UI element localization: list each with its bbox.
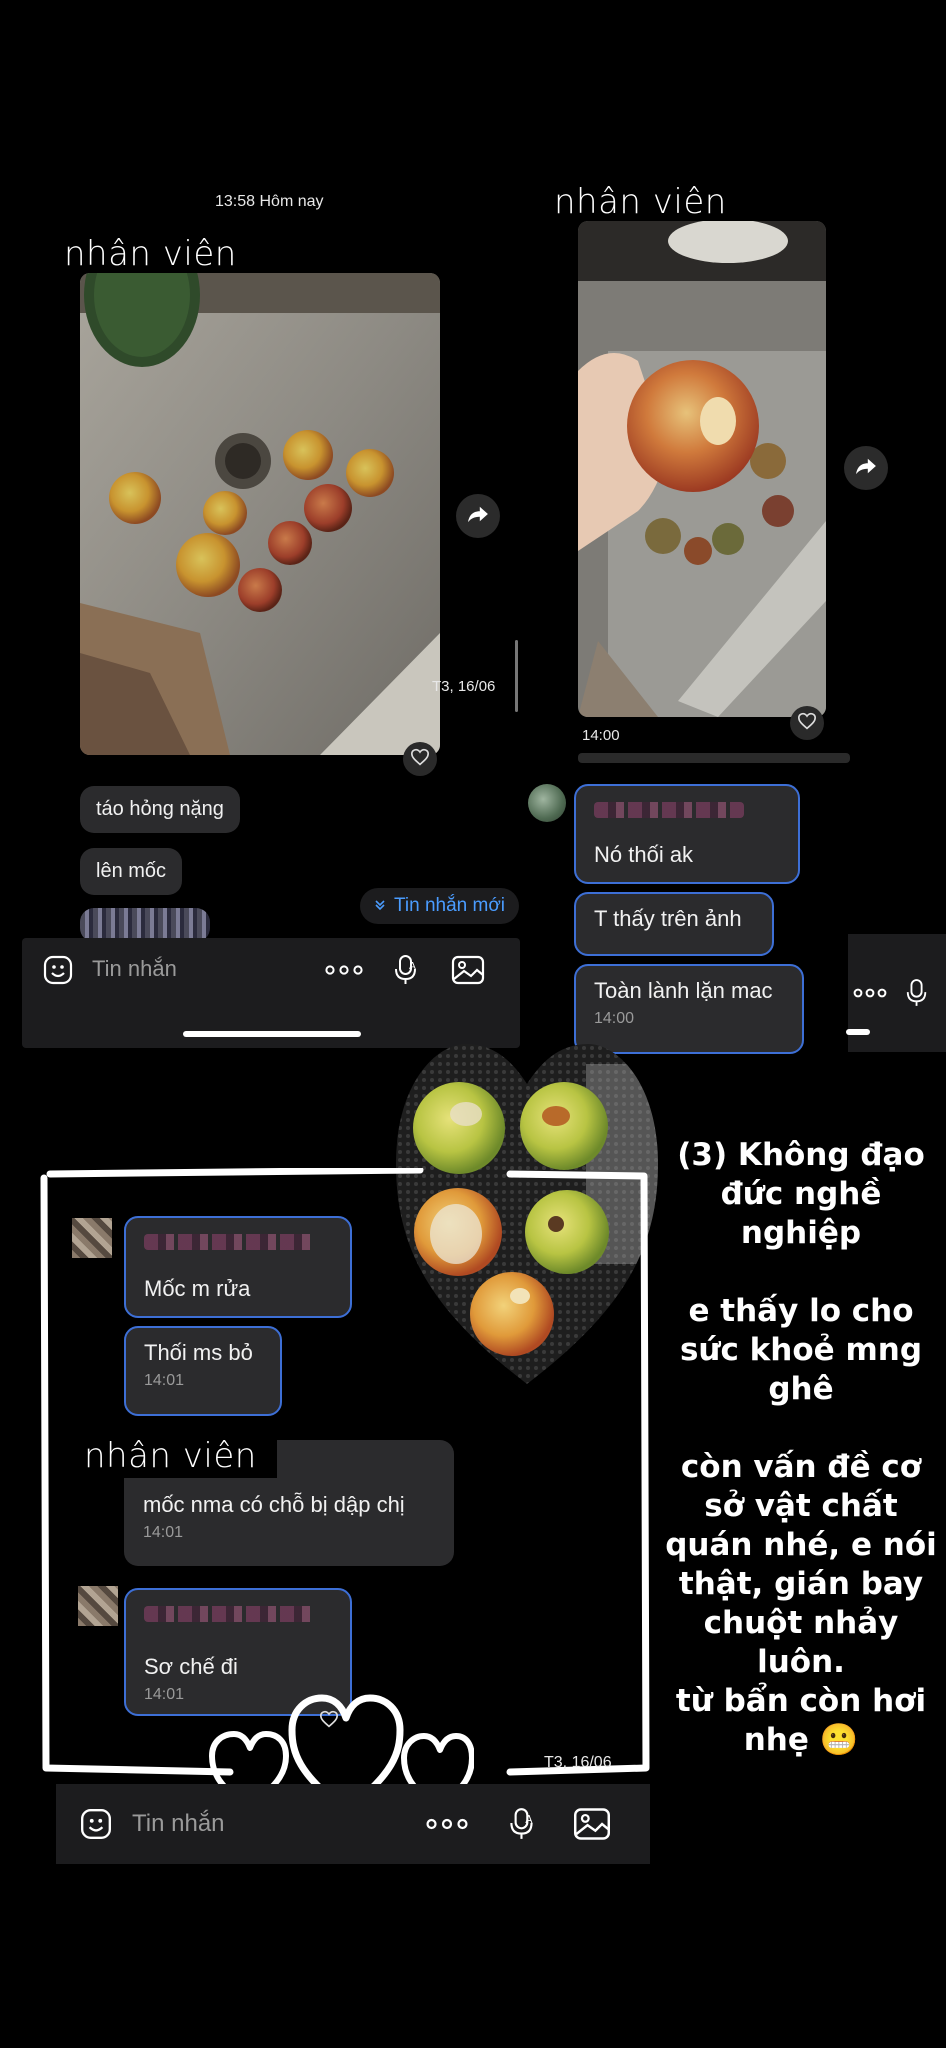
panel1-scroll-indicator [515, 640, 518, 712]
more-options-icon[interactable] [322, 952, 366, 988]
caption-line-8: sở vật chất [704, 1488, 898, 1524]
caption-line-7: còn vấn đề cơ [680, 1449, 922, 1485]
redacted-quote [144, 1606, 314, 1622]
image-gallery-icon[interactable] [570, 1804, 614, 1844]
panel2-message-2: T thấy trên ảnh [574, 892, 774, 956]
panel2-name-tag: nhân viên [546, 180, 735, 224]
panel3-sender-avatar-2 [78, 1586, 118, 1626]
panel2-home-indicator [846, 1029, 870, 1035]
microphone-icon[interactable]: A [388, 952, 424, 988]
panel1-message-2: lên mốc [80, 848, 183, 895]
new-messages-label: Tin nhắn mới [394, 895, 506, 916]
panel2-message-3: Toàn lành lặn mac 14:00 [574, 964, 804, 1054]
panel3-message-2: Thối ms bỏ 14:01 [124, 1326, 282, 1416]
panel3-message-1: Mốc m rửa [124, 1216, 352, 1318]
panel1-message-input[interactable]: Tin nhắn [92, 956, 322, 982]
microphone-icon[interactable] [902, 978, 932, 1008]
panel2-message-1: Nó thối ak [574, 784, 800, 884]
svg-text:A: A [409, 961, 416, 972]
more-options-icon[interactable] [850, 988, 890, 998]
panel2-message-3-time: 14:00 [594, 1010, 635, 1027]
panel3-message-3-text: Sơ chế đi [144, 1654, 238, 1679]
heart-icon [797, 712, 817, 735]
caption-line-12: luôn. [757, 1644, 845, 1680]
panel1-photo-sink-apples[interactable] [80, 273, 440, 755]
panel2-like-button[interactable] [790, 706, 824, 740]
svg-text:A: A [525, 1813, 533, 1826]
panel2-divider [578, 753, 850, 763]
panel1-timestamp: 13:58 Hôm nay [215, 193, 324, 210]
emoji-icon[interactable] [40, 952, 76, 988]
caption-line-3: nghiệp [740, 1215, 862, 1251]
caption-line-5: sức khoẻ mng [679, 1332, 923, 1368]
panel3-name-tag: nhân viên [76, 1434, 277, 1478]
share-arrow-icon [855, 457, 877, 480]
double-chevron-down-icon [374, 895, 386, 917]
panel1-message-1: táo hỏng nặng [80, 786, 240, 833]
panel2-message-1-text: Nó thối ak [594, 842, 694, 867]
panel1-photo-time: T3, 16/06 [432, 678, 496, 695]
panel3-message-2-text: Thối ms bỏ [144, 1340, 253, 1365]
story-caption: (3) Không đạo đức nghề nghiệp e thấy lo … [662, 1136, 940, 1760]
microphone-icon[interactable]: A [502, 1804, 542, 1844]
panel3-message-input[interactable]: Tin nhắn [132, 1810, 422, 1838]
panel2-share-button[interactable] [844, 446, 888, 490]
caption-line-14: nhẹ 😬 [743, 1722, 859, 1758]
panel1-home-indicator [183, 1031, 361, 1037]
panel1-message-3-obscured [80, 908, 210, 942]
panel2-sender-avatar [528, 784, 566, 822]
panel3-message-1-text: Mốc m rửa [144, 1276, 251, 1301]
panel3-composer: Tin nhắn A [56, 1784, 650, 1864]
caption-line-13: từ bẩn còn hơi [675, 1683, 927, 1719]
caption-line-11: chuột nhảy [703, 1605, 899, 1641]
panel3-footer-time: T3, 16/06 [544, 1754, 612, 1771]
share-arrow-icon [467, 505, 489, 528]
panel3-sender-avatar-1 [72, 1218, 112, 1258]
caption-line-1: (3) Không đạo [677, 1137, 925, 1173]
new-messages-pill[interactable]: Tin nhắn mới [360, 888, 520, 924]
caption-line-4: e thấy lo cho [688, 1293, 914, 1329]
redacted-quote [594, 802, 744, 818]
panel3-message-2-time: 14:01 [144, 1372, 185, 1389]
redacted-quote [144, 1234, 314, 1250]
panel2-photo-hand-apple[interactable] [578, 221, 826, 717]
caption-line-6: ghê [768, 1371, 834, 1407]
emoji-icon[interactable] [76, 1804, 116, 1844]
caption-line-10: thật, gián bay [678, 1566, 924, 1602]
panel3-staff-message-time: 14:01 [143, 1524, 184, 1541]
panel2-photo-time: 14:00 [582, 727, 620, 744]
caption-line-9: quán nhé, e nói [665, 1527, 937, 1563]
more-options-icon[interactable] [422, 1804, 472, 1844]
heart-icon [410, 748, 430, 771]
panel1-like-button[interactable] [403, 742, 437, 776]
panel3-staff-message: mốc nma có chỗ bị dập chị 14:01 [143, 1492, 405, 1542]
caption-line-2: đức nghề [720, 1176, 882, 1212]
panel1-name-tag: nhân viên [56, 232, 245, 276]
panel3-staff-message-text: mốc nma có chỗ bị dập chị [143, 1492, 405, 1517]
panel1-share-button[interactable] [456, 494, 500, 538]
image-gallery-icon[interactable] [448, 952, 488, 988]
panel2-message-3-text: Toàn lành lặn mac [594, 978, 773, 1003]
